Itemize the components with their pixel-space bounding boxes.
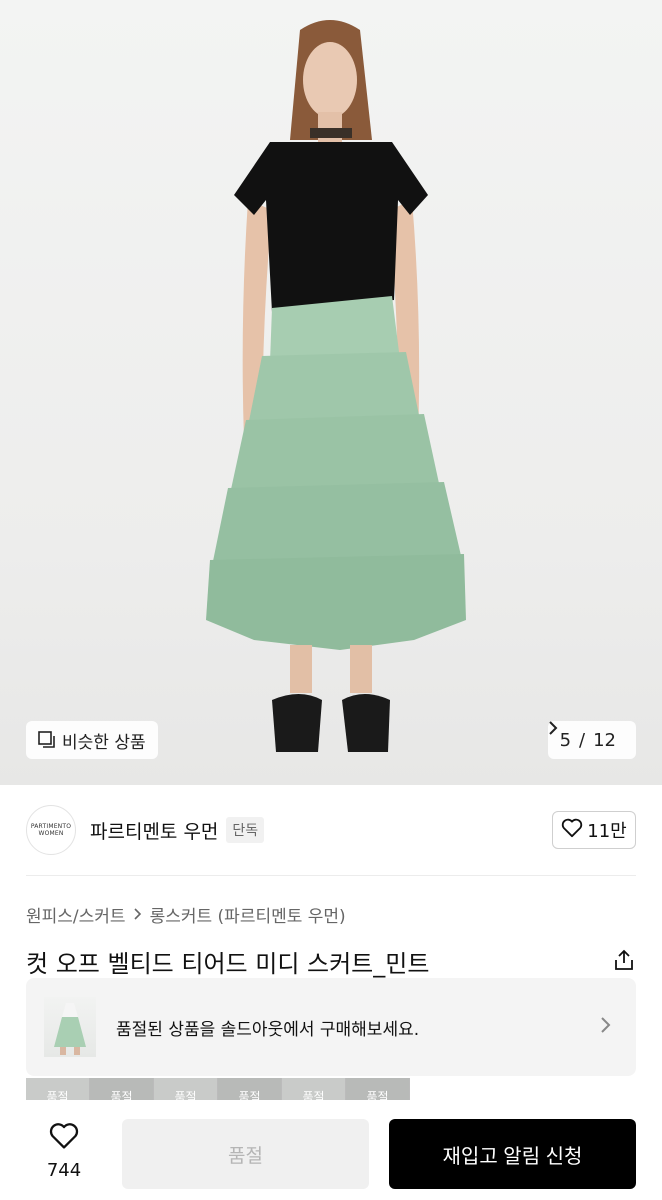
brand-like-button[interactable]: 11만 xyxy=(552,811,636,849)
pager-total: 12 xyxy=(593,729,616,751)
divider xyxy=(26,875,636,876)
brand-logo[interactable]: PARTIMENTO WOMEN xyxy=(26,805,76,855)
soldout-thumbnail xyxy=(44,997,96,1057)
related-thumb-strip[interactable]: 품절 품절 품절 품절 품절 품절 xyxy=(26,1078,410,1100)
related-thumb[interactable]: 품절 xyxy=(154,1078,218,1100)
related-thumb[interactable]: 품절 xyxy=(346,1078,410,1100)
chevron-right-icon xyxy=(600,1016,612,1038)
wishlist-button[interactable]: 744 xyxy=(26,1122,102,1181)
similar-products-label: 비슷한 상품 xyxy=(62,732,146,753)
brand-logo-line1: PARTIMENTO xyxy=(30,823,72,830)
brand-logo-line2: WOMEN xyxy=(38,830,64,837)
soldout-banner[interactable]: 품절된 상품을 솔드아웃에서 구매해보세요. xyxy=(26,978,636,1076)
bottom-action-bar: 744 품절 재입고 알림 신청 xyxy=(0,1100,662,1200)
exclusive-badge: 단독 xyxy=(226,817,265,843)
related-thumb[interactable]: 품절 xyxy=(282,1078,346,1100)
chevron-right-icon xyxy=(134,905,142,925)
similar-products-button[interactable]: 비슷한 상품 xyxy=(26,721,158,759)
similar-icon xyxy=(38,731,56,749)
breadcrumb: 원피스/스커트 롱스커트 (파르티멘토 우먼) xyxy=(26,902,346,927)
related-thumb[interactable]: 품절 xyxy=(90,1078,154,1100)
title-row: 컷 오프 벨티드 티어드 미디 스커트_민트 xyxy=(26,944,636,979)
breadcrumb-category[interactable]: 원피스/스커트 xyxy=(26,902,126,927)
heart-icon xyxy=(48,1122,80,1154)
brand-name[interactable]: 파르티멘토 우먼 xyxy=(90,817,218,844)
product-image-carousel[interactable]: 비슷한 상품 5 / 12 xyxy=(0,0,662,785)
product-title: 컷 오프 벨티드 티어드 미디 스커트_민트 xyxy=(26,950,430,978)
related-thumb[interactable]: 품절 xyxy=(218,1078,282,1100)
soldout-button: 품절 xyxy=(122,1119,369,1189)
pager-separator: / xyxy=(579,729,586,751)
share-icon[interactable] xyxy=(612,948,636,976)
related-thumb[interactable]: 품절 xyxy=(26,1078,90,1100)
brand-like-count: 11만 xyxy=(587,821,627,842)
wishlist-count: 744 xyxy=(46,1160,82,1181)
image-pager[interactable]: 5 / 12 xyxy=(547,721,636,759)
pager-current: 5 xyxy=(559,729,572,751)
brand-row: PARTIMENTO WOMEN 파르티멘토 우먼 단독 11만 xyxy=(26,805,636,855)
heart-icon xyxy=(561,818,583,843)
soldout-banner-text: 품절된 상품을 솔드아웃에서 구매해보세요. xyxy=(116,1019,420,1040)
product-photo xyxy=(206,20,466,752)
restock-alert-button[interactable]: 재입고 알림 신청 xyxy=(389,1119,636,1189)
breadcrumb-subcategory[interactable]: 롱스커트 (파르티멘토 우먼) xyxy=(150,902,346,927)
